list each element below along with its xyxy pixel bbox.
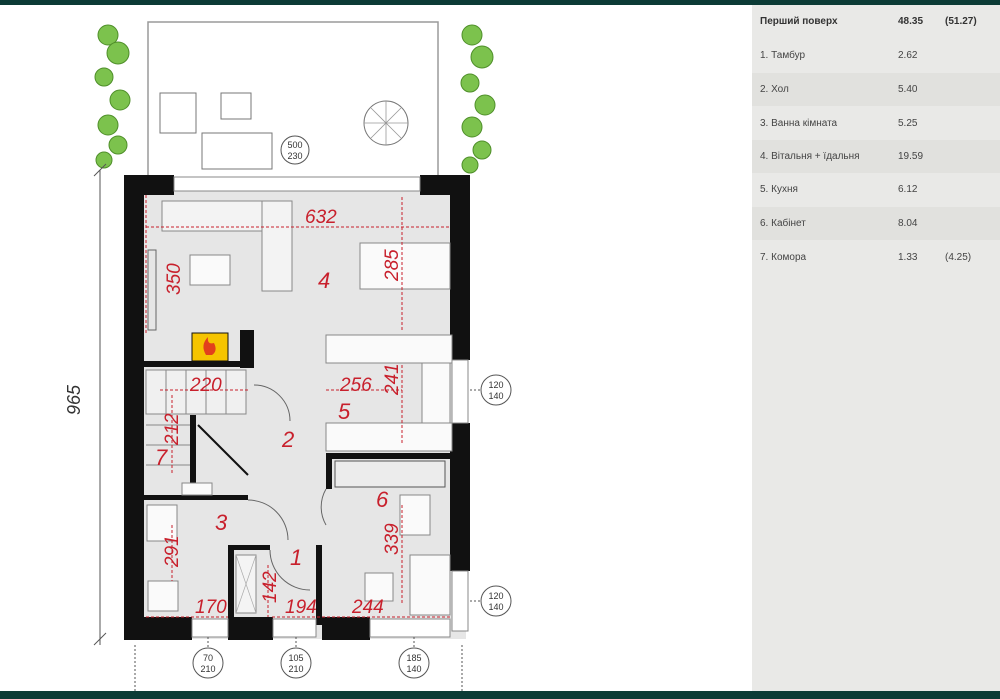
room-number-4: 4: [318, 268, 330, 293]
svg-text:70: 70: [203, 653, 213, 663]
coffee-table-icon: [189, 254, 231, 286]
floor-total: 48.35: [898, 16, 924, 27]
hedge-left-icon: [94, 24, 131, 169]
window-tag-office: 185 140: [398, 647, 430, 679]
dim-cabinet-depth: 339: [382, 523, 403, 555]
room-number-2: 2: [281, 427, 294, 452]
window-tag-cabinet: 120 140: [480, 585, 512, 617]
table-row: 5. Кухня 6.12: [760, 184, 918, 195]
pantry-shelf-icon: [334, 460, 446, 488]
window-tag-entrance: 105 210: [280, 647, 312, 679]
viewer-frame: 500 230 965 632 350 285 220 256 241 212 …: [0, 0, 1000, 699]
floor-title: Перший поверх: [760, 16, 838, 27]
floor-plan-panel: 500 230 965 632 350 285 220 256 241 212 …: [0, 5, 752, 691]
dim-pantry-depth: 212: [162, 413, 183, 446]
window-tag-bath: 70 210: [192, 647, 224, 679]
dim-kitchen-width: 256: [339, 375, 372, 396]
svg-text:140: 140: [488, 391, 503, 401]
dim-vestibule-depth: 142: [260, 571, 281, 603]
hedge-right-icon: [460, 24, 496, 174]
table-row: 2. Хол 5.40: [752, 73, 1000, 106]
dining-table-icon: [359, 242, 451, 290]
sink-icon: [181, 482, 213, 496]
table-row: 1. Тамбур 2.62: [760, 50, 918, 61]
fridge-icon: [421, 362, 451, 424]
svg-text:185: 185: [406, 653, 421, 663]
dim-stair-width: 220: [189, 375, 222, 396]
floor-total-alt: (51.27): [945, 16, 977, 27]
svg-text:105: 105: [288, 653, 303, 663]
room-number-5: 5: [338, 399, 351, 424]
room-number-1: 1: [290, 545, 302, 570]
table-row: 4. Вітальня + їдальня 19.59: [752, 140, 1000, 173]
desk-icon: [409, 554, 451, 616]
window-tag-kitchen: 120 140: [480, 374, 512, 406]
svg-text:210: 210: [288, 664, 303, 674]
svg-text:140: 140: [406, 664, 421, 674]
desk-chair-icon: [399, 494, 431, 536]
overall-dimension: 965: [64, 384, 84, 415]
dim-living-depth: 350: [164, 263, 185, 295]
room-number-3: 3: [215, 510, 228, 535]
svg-text:140: 140: [488, 602, 503, 612]
dim-dining-depth: 285: [382, 249, 403, 282]
svg-text:120: 120: [488, 380, 503, 390]
svg-text:230: 230: [287, 151, 302, 161]
dim-cabinet-width: 244: [351, 597, 384, 618]
room-area-table: Перший поверх 48.35 (51.27) 1. Тамбур 2.…: [752, 5, 1000, 691]
floor-plan: 500 230 965 632 350 285 220 256 241 212 …: [64, 21, 512, 691]
kitchen-counter-icon: [325, 422, 453, 452]
table-row: 6. Кабінет 8.04: [752, 207, 1000, 240]
dim-vestibule-width: 194: [285, 597, 317, 618]
toilet-icon: [147, 580, 179, 612]
garden-sofa-icon: [201, 132, 273, 170]
dim-living-width: 632: [305, 207, 337, 228]
window-tag-label: 500: [287, 140, 302, 150]
kitchen-island-icon: [325, 334, 453, 364]
svg-text:210: 210: [200, 664, 215, 674]
table-header: Перший поверх 48.35 (51.27): [752, 5, 1000, 38]
room-number-6: 6: [376, 487, 389, 512]
svg-text:120: 120: [488, 591, 503, 601]
garden-table-icon: [220, 92, 252, 120]
table-row: 7. Комора 1.33 (4.25): [760, 252, 972, 263]
garden-chair-icon: [159, 92, 197, 134]
table-row: 3. Ванна кімната 5.25: [760, 118, 918, 129]
dim-bath-depth: 291: [162, 535, 183, 568]
dim-bath-width: 170: [195, 597, 227, 618]
dim-kitchen-depth: 241: [382, 363, 403, 396]
room-number-7: 7: [155, 445, 168, 470]
